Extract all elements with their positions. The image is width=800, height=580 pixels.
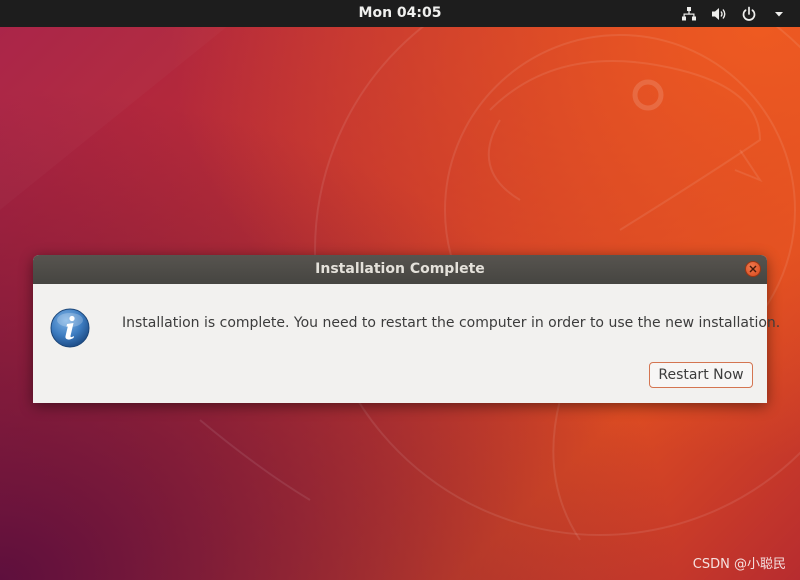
info-icon bbox=[50, 308, 90, 348]
dialog-message: Installation is complete. You need to re… bbox=[122, 315, 781, 331]
desktop: Mon 04:05 Installation Complete Installa… bbox=[0, 0, 800, 580]
close-button[interactable] bbox=[745, 261, 761, 277]
network-wired-icon[interactable] bbox=[680, 5, 698, 23]
menu-arrow-down-icon[interactable] bbox=[770, 5, 788, 23]
system-tray[interactable] bbox=[680, 0, 788, 27]
dialog-body: Installation is complete. You need to re… bbox=[33, 284, 780, 403]
power-icon[interactable] bbox=[740, 5, 758, 23]
close-icon bbox=[749, 265, 757, 273]
restart-now-button[interactable]: Restart Now bbox=[649, 362, 753, 388]
dialog-titlebar[interactable]: Installation Complete bbox=[33, 255, 767, 284]
volume-icon[interactable] bbox=[710, 5, 728, 23]
dialog-title: Installation Complete bbox=[315, 261, 485, 277]
top-bar: Mon 04:05 bbox=[0, 0, 800, 27]
installation-complete-dialog: Installation Complete Installation is co… bbox=[33, 255, 780, 403]
watermark: CSDN @小聪民 bbox=[692, 557, 786, 572]
